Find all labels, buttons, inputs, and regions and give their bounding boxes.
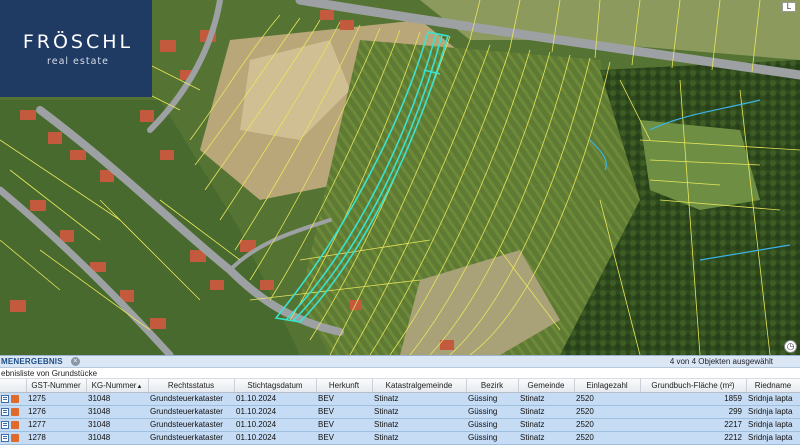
result-panel: MENERGEBNIS × 4 von 4 Objekten ausgewähl… xyxy=(0,355,800,448)
col-actions xyxy=(0,379,27,393)
cell-stichtagsdatum: 01.10.2024 xyxy=(234,431,316,445)
result-panel-header: MENERGEBNIS × 4 von 4 Objekten ausgewähl… xyxy=(0,356,800,368)
cell-gemeinde: Stinatz xyxy=(518,431,574,445)
cell-rechtsstatus: Grundsteuerkataster xyxy=(148,392,234,406)
cell-bezirk: Güssing xyxy=(466,405,518,419)
selection-count: 4 von 4 Objekten ausgewählt xyxy=(669,357,773,366)
cell-kg-nummer: 31048 xyxy=(86,392,148,406)
results-table: GST-Nummer KG-Nummer▲ Rechtsstatus Stich… xyxy=(0,379,800,445)
cell-gst-nummer: 1276 xyxy=(26,405,86,419)
row-actions xyxy=(0,418,26,432)
logo-name: FRÖSCHL xyxy=(22,30,134,53)
col-kg-nummer-label: KG-Nummer xyxy=(91,380,137,390)
row-actions xyxy=(0,405,26,419)
row-actions xyxy=(0,392,26,406)
cell-riedname: Sridnja lapta xyxy=(746,431,800,445)
cell-riedname: Sridnja lapta xyxy=(746,405,800,419)
col-rechtsstatus[interactable]: Rechtsstatus xyxy=(148,379,235,393)
col-einlagezahl[interactable]: Einlagezahl xyxy=(574,379,641,393)
details-icon[interactable] xyxy=(1,420,9,429)
close-icon[interactable]: × xyxy=(70,357,80,366)
cell-gst-nummer: 1278 xyxy=(26,431,86,445)
cadastral-map[interactable]: FRÖSCHL real estate L ◷ xyxy=(0,0,800,355)
table-header-row: GST-Nummer KG-Nummer▲ Rechtsstatus Stich… xyxy=(0,379,800,393)
col-grundbuch-flaeche[interactable]: Grundbuch-Fläche (m²) xyxy=(640,379,747,393)
cell-grundbuch-flaeche: 2212 xyxy=(640,431,746,445)
pdf-icon[interactable] xyxy=(11,433,19,442)
cell-rechtsstatus: Grundsteuerkataster xyxy=(148,405,234,419)
cell-stichtagsdatum: 01.10.2024 xyxy=(234,405,316,419)
cell-gst-nummer: 1275 xyxy=(26,392,86,406)
details-icon[interactable] xyxy=(1,394,9,403)
cell-kg-nummer: 31048 xyxy=(86,418,148,432)
logo-tagline: real estate xyxy=(47,55,109,67)
table-row[interactable]: 1276 31048 Grundsteuerkataster 01.10.2024 BE… xyxy=(0,405,800,419)
cell-bezirk: Güssing xyxy=(466,392,518,406)
result-panel-title: MENERGEBNIS xyxy=(1,357,63,366)
col-riedname[interactable]: Riedname xyxy=(746,379,800,393)
table-row[interactable]: 1275 31048 Grundsteuerkataster 01.10.2024 BE… xyxy=(0,392,800,406)
cell-katastralgemeinde: Stinatz xyxy=(372,431,466,445)
cell-gemeinde: Stinatz xyxy=(518,418,574,432)
cell-gst-nummer: 1277 xyxy=(26,418,86,432)
cell-rechtsstatus: Grundsteuerkataster xyxy=(148,418,234,432)
cell-katastralgemeinde: Stinatz xyxy=(372,405,466,419)
col-gst-nummer[interactable]: GST-Nummer xyxy=(26,379,87,393)
cell-stichtagsdatum: 01.10.2024 xyxy=(234,418,316,432)
details-icon[interactable] xyxy=(1,407,9,416)
cell-gemeinde: Stinatz xyxy=(518,392,574,406)
company-logo: FRÖSCHL real estate xyxy=(0,0,152,97)
col-bezirk[interactable]: Bezirk xyxy=(466,379,519,393)
sort-icon: ▲ xyxy=(136,383,143,390)
cell-einlagezahl: 2520 xyxy=(574,431,640,445)
cell-riedname: Sridnja lapta xyxy=(746,418,800,432)
col-katastralgemeinde[interactable]: Katastralgemeinde xyxy=(372,379,467,393)
cell-herkunft: BEV xyxy=(316,405,372,419)
map-corner-control[interactable]: L xyxy=(782,2,796,12)
cell-stichtagsdatum: 01.10.2024 xyxy=(234,392,316,406)
cell-rechtsstatus: Grundsteuerkataster xyxy=(148,431,234,445)
cell-gemeinde: Stinatz xyxy=(518,405,574,419)
cell-grundbuch-flaeche: 1859 xyxy=(640,392,746,406)
col-stichtagsdatum[interactable]: Stichtagsdatum xyxy=(234,379,317,393)
cell-katastralgemeinde: Stinatz xyxy=(372,418,466,432)
row-actions xyxy=(0,431,26,445)
pdf-icon[interactable] xyxy=(11,420,19,429)
cell-bezirk: Güssing xyxy=(466,418,518,432)
clock-icon[interactable]: ◷ xyxy=(784,340,797,353)
table-row[interactable]: 1277 31048 Grundsteuerkataster 01.10.2024 BE… xyxy=(0,418,800,432)
cell-einlagezahl: 2520 xyxy=(574,418,640,432)
cell-einlagezahl: 2520 xyxy=(574,405,640,419)
cell-bezirk: Güssing xyxy=(466,431,518,445)
cell-herkunft: BEV xyxy=(316,431,372,445)
cell-herkunft: BEV xyxy=(316,392,372,406)
pdf-icon[interactable] xyxy=(11,407,19,416)
cell-grundbuch-flaeche: 299 xyxy=(640,405,746,419)
result-list-subtitle: ebnisliste von Grundstücke xyxy=(0,368,800,379)
details-icon[interactable] xyxy=(1,433,9,442)
cell-katastralgemeinde: Stinatz xyxy=(372,392,466,406)
cell-herkunft: BEV xyxy=(316,418,372,432)
table-row[interactable]: 1278 31048 Grundsteuerkataster 01.10.2024 BE… xyxy=(0,431,800,445)
cell-grundbuch-flaeche: 2217 xyxy=(640,418,746,432)
cell-riedname: Sridnja lapta xyxy=(746,392,800,406)
col-herkunft[interactable]: Herkunft xyxy=(316,379,373,393)
col-kg-nummer[interactable]: KG-Nummer▲ xyxy=(86,379,149,393)
cell-einlagezahl: 2520 xyxy=(574,392,640,406)
col-gemeinde[interactable]: Gemeinde xyxy=(518,379,575,393)
cell-kg-nummer: 31048 xyxy=(86,431,148,445)
pdf-icon[interactable] xyxy=(11,394,19,403)
cell-kg-nummer: 31048 xyxy=(86,405,148,419)
